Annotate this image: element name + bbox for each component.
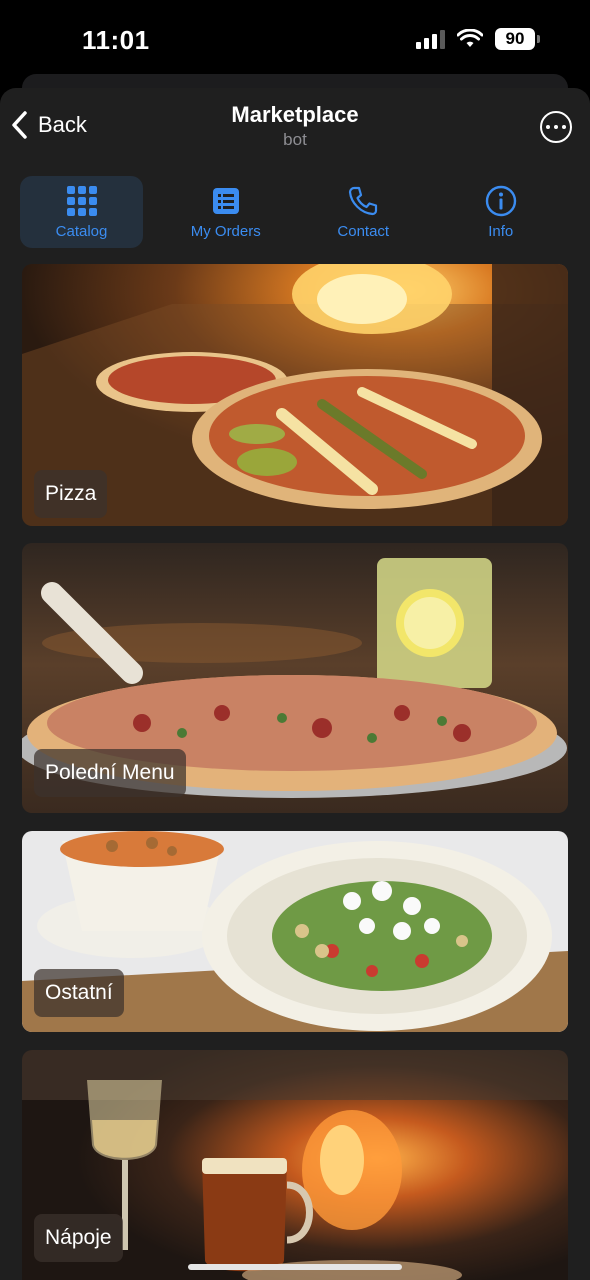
tab-bar: Catalog My Orders Contact Info	[20, 176, 570, 248]
category-card-pizza[interactable]: Pizza	[22, 264, 568, 526]
status-bar: 11:01 90	[0, 0, 590, 80]
title-block: Marketplace bot	[0, 102, 590, 150]
category-label: Polední Menu	[34, 749, 186, 797]
category-label: Ostatní	[34, 969, 124, 1017]
tab-info[interactable]: Info	[432, 176, 570, 248]
nav-bar: Back Marketplace bot	[0, 88, 590, 168]
battery-icon: 90	[495, 28, 540, 50]
home-indicator[interactable]	[188, 1264, 402, 1270]
category-label: Pizza	[34, 470, 108, 518]
tab-catalog[interactable]: Catalog	[20, 176, 143, 248]
list-icon	[212, 187, 239, 214]
status-icons: 90	[416, 28, 540, 50]
page-title: Marketplace	[231, 102, 359, 127]
wifi-icon	[457, 29, 483, 47]
tab-info-label: Info	[488, 222, 514, 240]
page-subtitle: bot	[283, 130, 307, 149]
category-card-other[interactable]: Ostatní	[22, 831, 568, 1032]
cellular-signal-icon	[416, 29, 445, 49]
tab-contact-label: Contact	[337, 222, 390, 240]
tab-catalog-label: Catalog	[55, 222, 108, 240]
tab-my-orders[interactable]: My Orders	[157, 176, 295, 248]
more-options-button[interactable]	[540, 111, 572, 143]
grid-icon	[66, 185, 97, 216]
tab-my-orders-label: My Orders	[190, 222, 261, 240]
category-card-drinks[interactable]: Nápoje	[22, 1050, 568, 1280]
phone-icon	[349, 186, 378, 215]
category-card-lunch-menu[interactable]: Polední Menu	[22, 543, 568, 813]
info-icon	[485, 185, 516, 216]
battery-level: 90	[495, 28, 535, 50]
status-time: 11:01	[82, 25, 150, 55]
tab-contact[interactable]: Contact	[295, 176, 433, 248]
category-label: Nápoje	[34, 1214, 123, 1262]
marketplace-panel: Back Marketplace bot Catalog My Orders C…	[0, 88, 590, 1280]
